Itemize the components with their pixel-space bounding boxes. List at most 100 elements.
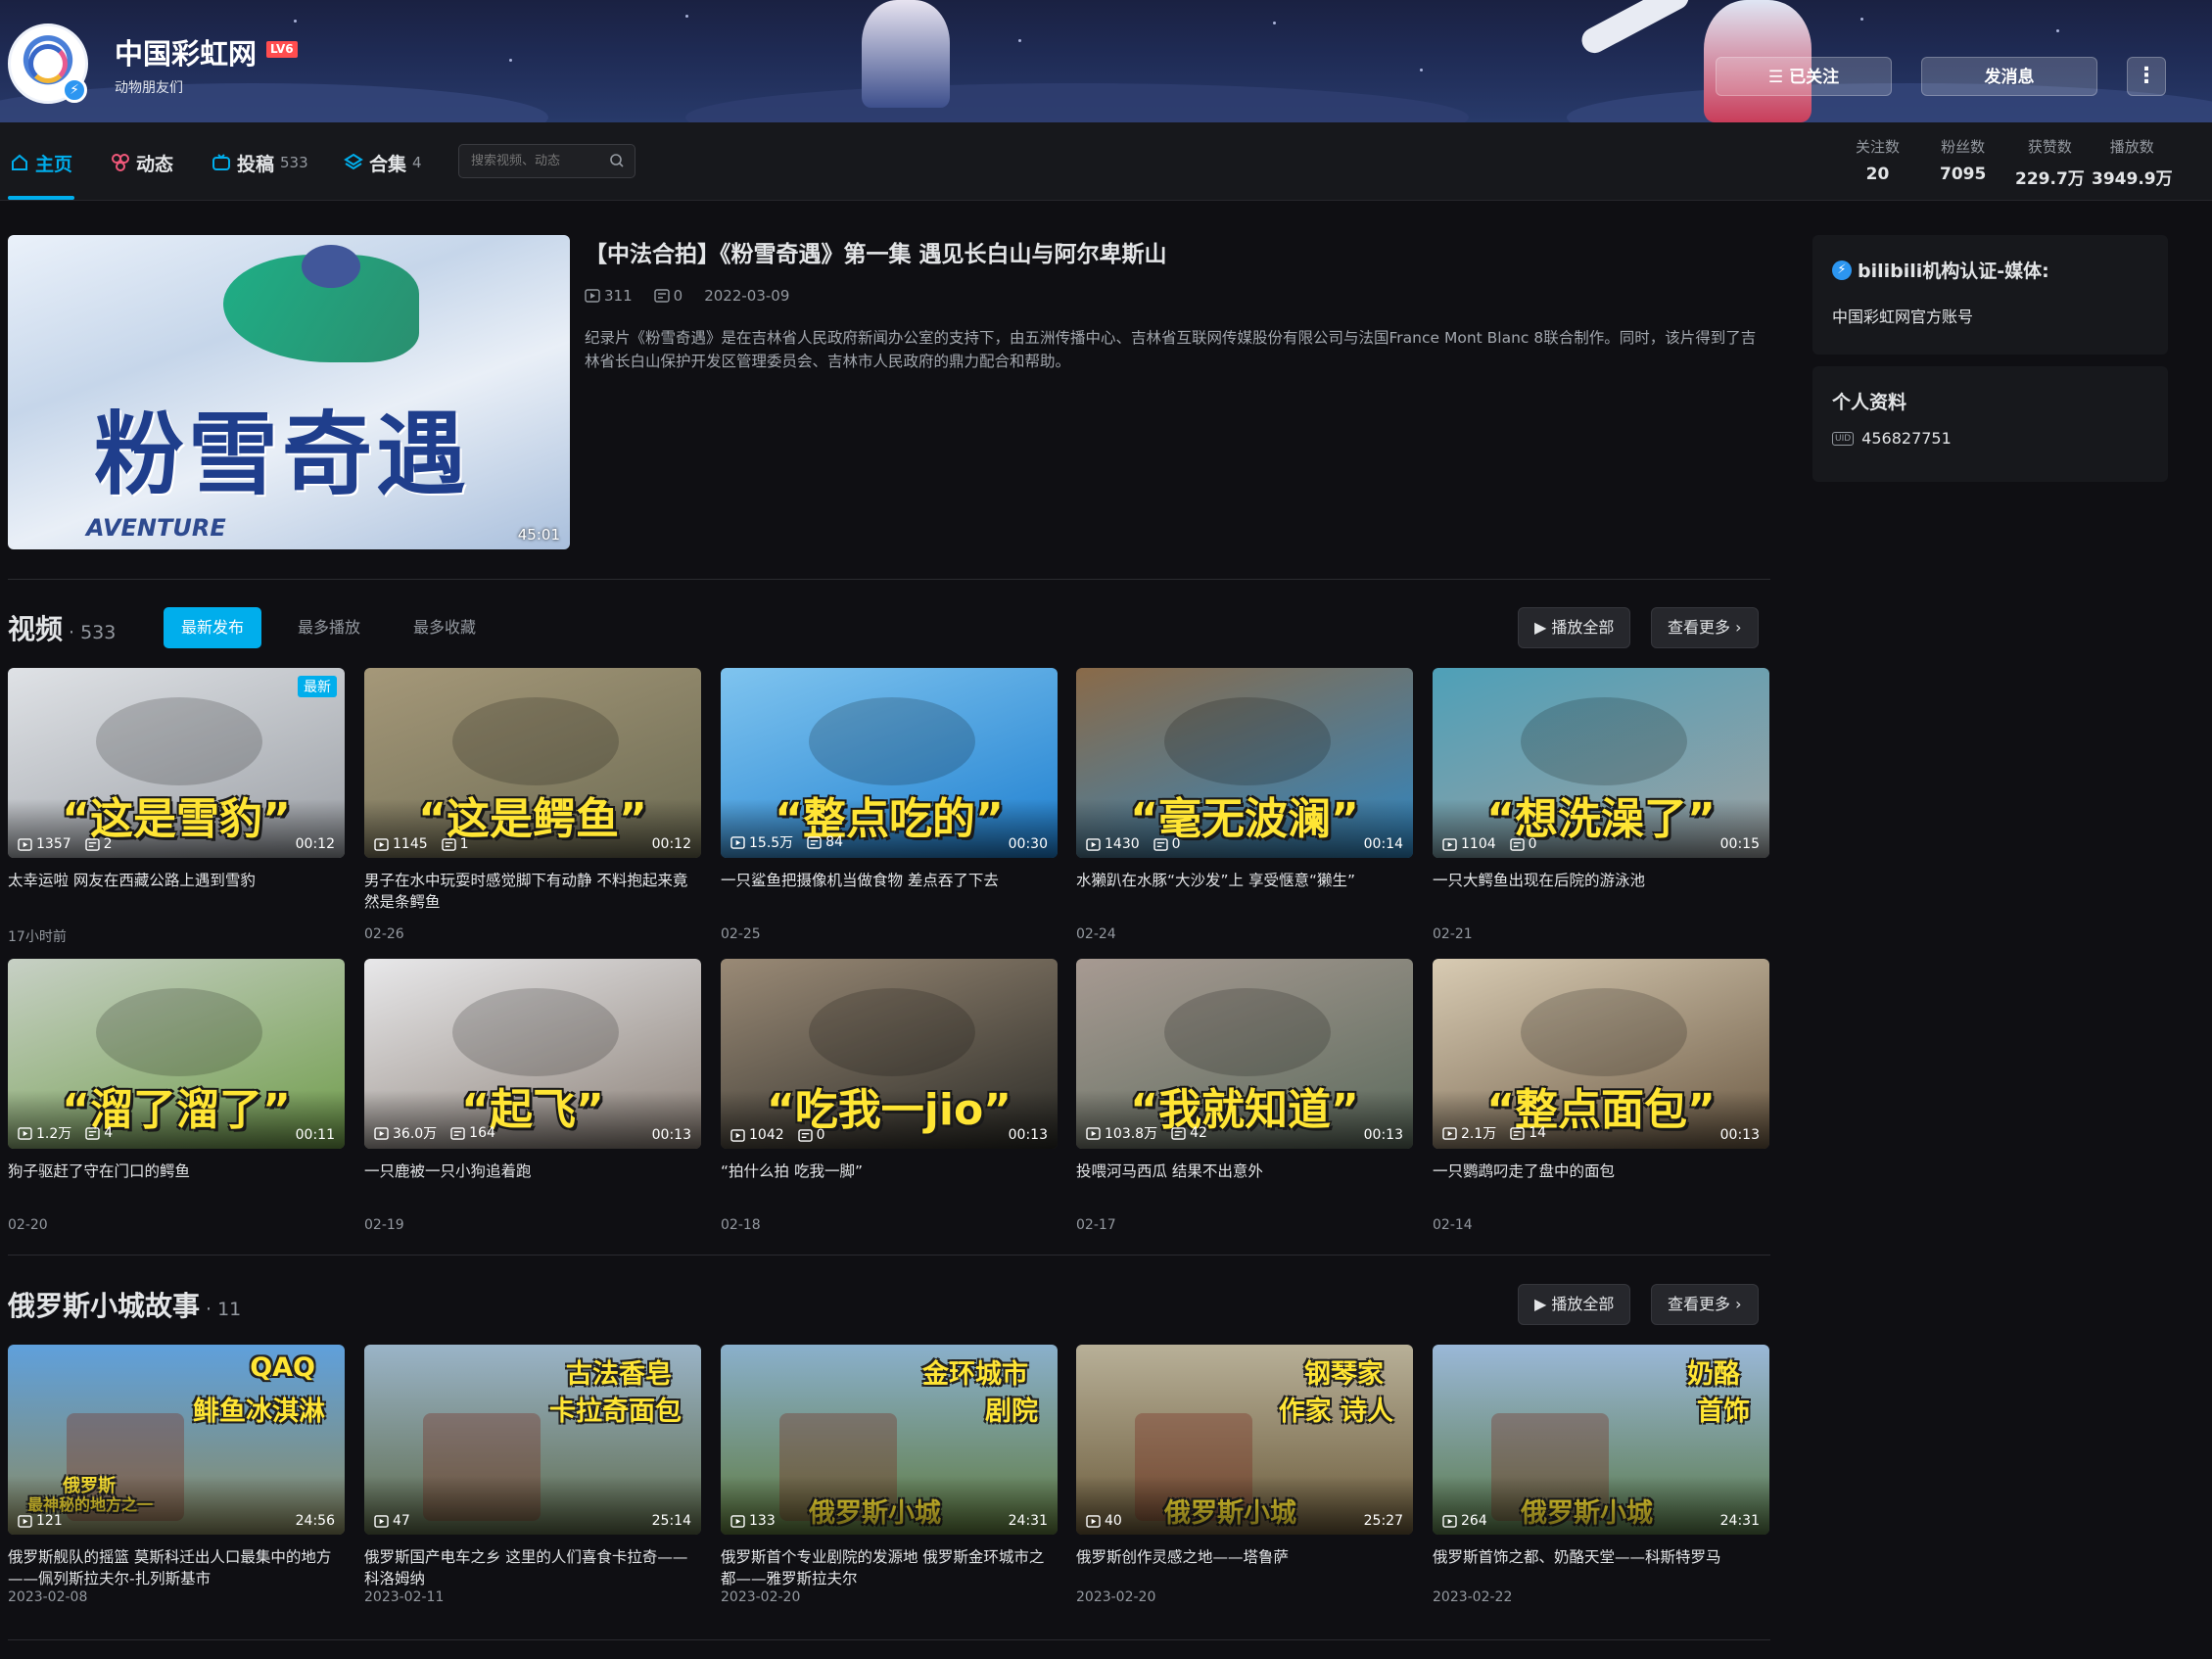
video-title[interactable]: 男子在水中玩耍时感觉脚下有动静 不料抱起来竟然是条鳄鱼 <box>364 870 701 913</box>
video-thumbnail[interactable]: “我就知道” 103.8万 42 00:13 <box>1076 959 1413 1149</box>
play-count-icon <box>18 837 32 851</box>
video-card[interactable]: “想洗澡了” 1104 0 00:15 一只大鳄鱼出现在后院的游泳池 02-21 <box>1433 668 1769 942</box>
video-date: 02-24 <box>1076 926 1116 942</box>
series-video-card[interactable]: 金环城市 剧院 俄罗斯小城 133 24:31 俄罗斯首个专业剧院的发源地 俄罗… <box>721 1345 1058 1605</box>
video-card[interactable]: “整点吃的” 15.5万 84 00:30 一只鲨鱼把摄像机当做食物 差点吞了下… <box>721 668 1058 942</box>
play-count-icon <box>1086 1514 1101 1528</box>
video-thumbnail[interactable]: “整点面包” 2.1万 14 00:13 <box>1433 959 1769 1149</box>
thumb-overlay-text: 金环城市 <box>922 1359 1028 1390</box>
video-card[interactable]: “这是鳄鱼” 1145 1 00:12 男子在水中玩耍时感觉脚下有动静 不料抱起… <box>364 668 701 942</box>
video-card[interactable]: “我就知道” 103.8万 42 00:13 投喂河马西瓜 结果不出意外 02-… <box>1076 959 1413 1233</box>
tab-dynamic[interactable]: 动态 <box>111 146 173 179</box>
sort-most-favorited-button[interactable]: 最多收藏 <box>396 607 494 648</box>
video-title[interactable]: 狗子驱赶了守在门口的鳄鱼 <box>8 1161 345 1204</box>
series-video-card[interactable]: 钢琴家 作家 诗人 俄罗斯小城 40 25:27 俄罗斯创作灵感之地——塔鲁萨 … <box>1076 1345 1413 1605</box>
home-icon <box>12 154 27 170</box>
tab-uploads[interactable]: 投稿 533 <box>212 146 308 179</box>
video-date: 02-19 <box>364 1217 404 1233</box>
play-all-button[interactable]: ▶ 播放全部 <box>1518 607 1631 648</box>
stat-followers[interactable]: 粉丝数 7095 <box>1940 136 1986 184</box>
thumb-subject <box>1521 697 1687 785</box>
video-stats: 1.2万 4 <box>18 1123 113 1143</box>
profile-card: 个人资料 UID 456827751 <box>1812 366 2168 482</box>
followed-button[interactable]: ☰ 已关注 <box>1716 57 1892 96</box>
video-duration: 24:56 <box>295 1513 335 1529</box>
video-title[interactable]: 太幸运啦 网友在西藏公路上遇到雪豹 <box>8 870 345 913</box>
danmaku-icon <box>1153 837 1168 851</box>
video-thumbnail[interactable]: “这是鳄鱼” 1145 1 00:12 <box>364 668 701 858</box>
send-message-button[interactable]: 发消息 <box>1921 57 2097 96</box>
video-title[interactable]: 俄罗斯创作灵感之地——塔鲁萨 <box>1076 1546 1413 1589</box>
thumb-subject <box>809 988 975 1076</box>
video-thumbnail[interactable]: 最新 “这是雪豹” 1357 2 00:12 <box>8 668 345 858</box>
series-video-card[interactable]: 古法香皂 卡拉奇面包 47 25:14 俄罗斯国产电车之乡 这里的人们喜食卡拉奇… <box>364 1345 701 1605</box>
stat-following[interactable]: 关注数 20 <box>1856 136 1900 184</box>
user-avatar[interactable]: ⚡ <box>8 24 88 104</box>
video-thumbnail[interactable]: 奶酪 首饰 俄罗斯小城 264 24:31 <box>1433 1345 1769 1535</box>
video-title[interactable]: 俄罗斯首个专业剧院的发源地 俄罗斯金环城市之都——雅罗斯拉夫尔 <box>721 1546 1058 1589</box>
video-duration: 00:13 <box>1363 1127 1403 1143</box>
video-date: 02-18 <box>721 1217 761 1233</box>
video-date: 2023-02-20 <box>1076 1589 1156 1605</box>
video-card[interactable]: “起飞” 36.0万 164 00:13 一只鹿被一只小狗追着跑 02-19 <box>364 959 701 1233</box>
video-thumbnail[interactable]: “吃我一jio” 1042 0 00:13 <box>721 959 1058 1149</box>
video-title[interactable]: 俄罗斯国产电车之乡 这里的人们喜食卡拉奇——科洛姆纳 <box>364 1546 701 1589</box>
see-more-button[interactable]: 查看更多 › <box>1651 607 1759 648</box>
video-title[interactable]: 俄罗斯舰队的摇篮 莫斯科迁出人口最集中的地方——佩列斯拉夫尔-扎列斯基市 <box>8 1546 345 1589</box>
tab-collections[interactable]: 合集 4 <box>344 146 422 179</box>
series-section-title[interactable]: 俄罗斯小城故事 · 11 <box>8 1285 241 1324</box>
video-card[interactable]: “溜了溜了” 1.2万 4 00:11 狗子驱赶了守在门口的鳄鱼 02-20 <box>8 959 345 1233</box>
banner-telescope <box>1577 0 1694 58</box>
play-count-icon <box>585 289 600 303</box>
thumb-subtitle-text: AVENTURE <box>86 514 226 542</box>
sort-latest-button[interactable]: 最新发布 <box>164 607 262 648</box>
sort-most-played-button[interactable]: 最多播放 <box>280 607 378 648</box>
thumb-overlay-text: 鲱鱼冰淇淋 <box>193 1397 325 1427</box>
video-thumbnail[interactable]: “毫无波澜” 1430 0 00:14 <box>1076 668 1413 858</box>
video-title[interactable]: 一只鹿被一只小狗追着跑 <box>364 1161 701 1204</box>
video-stats: 103.8万 42 <box>1086 1123 1207 1143</box>
series-video-card[interactable]: 奶酪 首饰 俄罗斯小城 264 24:31 俄罗斯首饰之都、奶酪天堂——科斯特罗… <box>1433 1345 1769 1605</box>
video-thumbnail[interactable]: “想洗澡了” 1104 0 00:15 <box>1433 668 1769 858</box>
video-thumbnail[interactable]: 古法香皂 卡拉奇面包 47 25:14 <box>364 1345 701 1535</box>
video-stats: 47 <box>374 1513 410 1529</box>
search-input[interactable] <box>459 145 596 177</box>
video-date: 02-17 <box>1076 1217 1116 1233</box>
video-thumbnail[interactable]: “起飞” 36.0万 164 00:13 <box>364 959 701 1149</box>
series-video-card[interactable]: QAQ 鲱鱼冰淇淋 俄罗斯 最神秘的地方之一 121 24:56 俄罗斯舰队的摇… <box>8 1345 345 1605</box>
video-stats: 1357 2 <box>18 836 113 852</box>
videos-section-title[interactable]: 视频 · 533 <box>8 608 116 647</box>
video-card[interactable]: “吃我一jio” 1042 0 00:13 “拍什么拍 吃我一脚” 02-18 <box>721 959 1058 1233</box>
video-title[interactable]: 投喂河马西瓜 结果不出意外 <box>1076 1161 1413 1204</box>
search-icon[interactable] <box>609 153 625 168</box>
tab-home[interactable]: 主页 <box>10 146 72 179</box>
video-title[interactable]: 俄罗斯首饰之都、奶酪天堂——科斯特罗马 <box>1433 1546 1769 1589</box>
video-title[interactable]: 一只大鳄鱼出现在后院的游泳池 <box>1433 870 1769 913</box>
video-card[interactable]: “毫无波澜” 1430 0 00:14 水獭趴在水豚“大沙发”上 享受惬意“獭生… <box>1076 668 1413 942</box>
username: 中国彩虹网 <box>115 37 258 71</box>
video-thumbnail[interactable]: “溜了溜了” 1.2万 4 00:11 <box>8 959 345 1149</box>
video-thumbnail[interactable]: 金环城市 剧院 俄罗斯小城 133 24:31 <box>721 1345 1058 1535</box>
more-options-button[interactable]: ⋮ <box>2127 57 2166 96</box>
series-play-all-button[interactable]: ▶ 播放全部 <box>1518 1284 1631 1325</box>
series-see-more-button[interactable]: 查看更多 › <box>1651 1284 1759 1325</box>
video-card[interactable]: “整点面包” 2.1万 14 00:13 一只鹦鹉叼走了盘中的面包 02-14 <box>1433 959 1769 1233</box>
thumb-overlay-text: 奶酪 <box>1687 1359 1740 1390</box>
thumb-overlay-text: 剧院 <box>985 1397 1038 1427</box>
featured-video-thumbnail[interactable]: 粉雪奇遇 AVENTURE 45:01 <box>8 235 570 549</box>
featured-video-meta: 311 0 2022-03-09 <box>585 287 789 305</box>
thumb-subject <box>1521 988 1687 1076</box>
video-thumbnail[interactable]: 钢琴家 作家 诗人 俄罗斯小城 40 25:27 <box>1076 1345 1413 1535</box>
layers-icon <box>344 153 363 170</box>
video-thumbnail[interactable]: “整点吃的” 15.5万 84 00:30 <box>721 668 1058 858</box>
featured-video-title[interactable]: 【中法合拍】《粉雪奇遇》第一集 遇见长白山与阿尔卑斯山 <box>585 235 1167 268</box>
video-title[interactable]: “拍什么拍 吃我一脚” <box>721 1161 1058 1204</box>
play-count-icon <box>730 835 745 849</box>
video-title[interactable]: 一只鲨鱼把摄像机当做食物 差点吞了下去 <box>721 870 1058 913</box>
video-stats: 2.1万 14 <box>1442 1123 1546 1143</box>
video-title[interactable]: 一只鹦鹉叼走了盘中的面包 <box>1433 1161 1769 1204</box>
video-title[interactable]: 水獭趴在水豚“大沙发”上 享受惬意“獭生” <box>1076 870 1413 913</box>
video-thumbnail[interactable]: QAQ 鲱鱼冰淇淋 俄罗斯 最神秘的地方之一 121 24:56 <box>8 1345 345 1535</box>
danmaku-icon <box>1171 1126 1186 1140</box>
video-card[interactable]: 最新 “这是雪豹” 1357 2 00:12 太幸运啦 网友在西藏公路上遇到雪豹… <box>8 668 345 946</box>
